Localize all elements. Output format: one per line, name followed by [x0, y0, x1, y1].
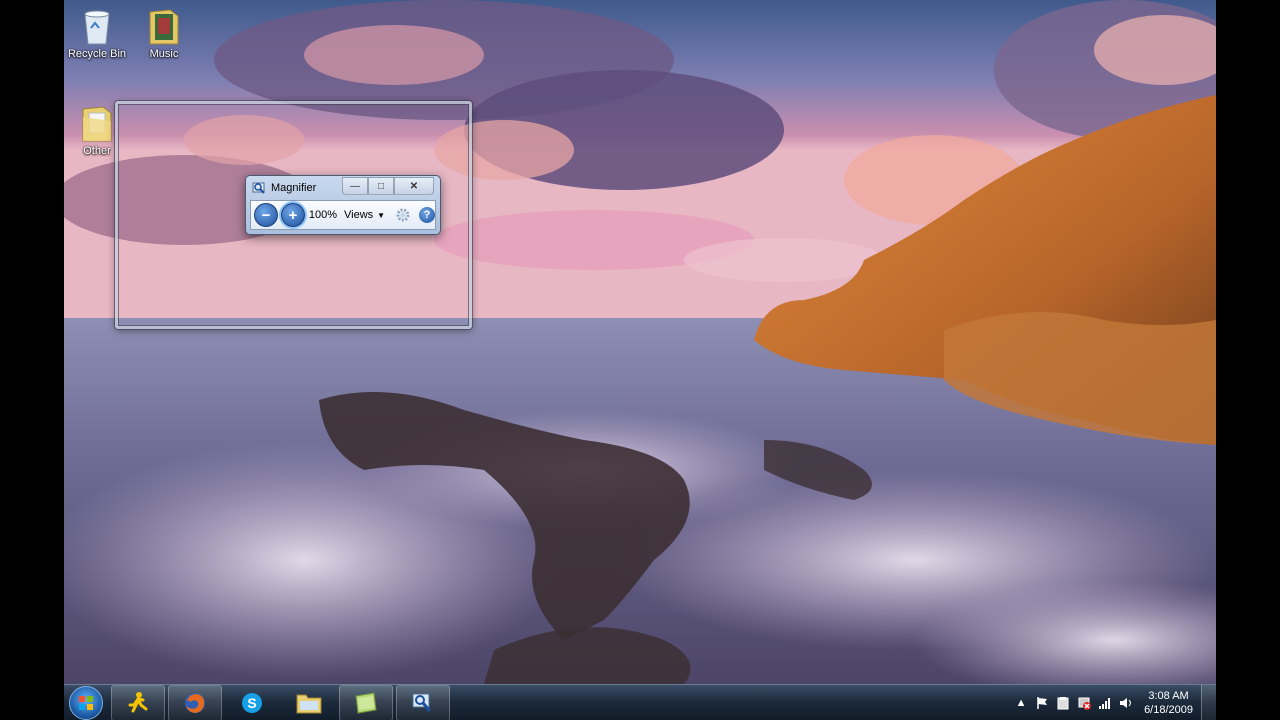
- views-label: Views: [344, 209, 374, 221]
- system-tray: ▲ 3:08 AM 6/18/2009: [1012, 685, 1216, 720]
- desktop-screen: Recycle Bin Music Other Magnifier — □ ✕ …: [64, 0, 1216, 720]
- explorer-folder-icon: [296, 694, 322, 714]
- desktop-icon-label: Music: [149, 48, 179, 60]
- minimize-icon: —: [350, 180, 360, 192]
- aim-running-man-icon: [128, 692, 148, 713]
- magnifier-toolbar: − + 100% Views ▼ ?: [250, 200, 436, 230]
- sticky-notes-icon: [355, 692, 377, 714]
- desktop-icon-music[interactable]: Music: [131, 6, 197, 60]
- recycle-bin-icon: [79, 6, 115, 46]
- magnifier-title: Magnifier: [271, 182, 317, 194]
- desktop-icon-label: Recycle Bin: [67, 48, 127, 60]
- network-error-icon[interactable]: [1075, 694, 1093, 712]
- flag-icon[interactable]: [1033, 694, 1051, 712]
- svg-text:S: S: [247, 695, 256, 711]
- maximize-icon: □: [377, 180, 385, 192]
- plus-icon: +: [288, 206, 298, 224]
- minus-icon: −: [261, 206, 271, 224]
- maximize-button[interactable]: □: [368, 177, 394, 195]
- music-folder-icon: [146, 6, 182, 46]
- taskbar-sticky-notes[interactable]: [339, 685, 393, 720]
- firefox-icon: [185, 693, 205, 713]
- show-hidden-icons-arrow-icon[interactable]: ▲: [1012, 694, 1030, 712]
- taskbar-magnifier[interactable]: [396, 685, 450, 720]
- magnifier-icon: [412, 693, 432, 712]
- caption-buttons: — □ ✕: [342, 177, 434, 195]
- clipboard-icon[interactable]: [1054, 694, 1072, 712]
- skype-icon: S: [242, 693, 262, 713]
- minimize-button[interactable]: —: [342, 177, 368, 195]
- volume-icon[interactable]: [1117, 694, 1135, 712]
- taskbar-explorer[interactable]: [282, 685, 336, 720]
- zoom-in-button[interactable]: +: [280, 203, 305, 227]
- taskbar-clock[interactable]: 3:08 AM 6/18/2009: [1144, 689, 1193, 717]
- clock-date: 6/18/2009: [1144, 704, 1193, 716]
- taskbar: S ▲ 3:08 AM 6/18/2009: [64, 684, 1216, 720]
- windows-logo-icon: [69, 686, 103, 720]
- show-desktop-button[interactable]: [1201, 685, 1216, 720]
- gear-icon[interactable]: [395, 207, 411, 223]
- help-icon[interactable]: ?: [419, 207, 435, 223]
- zoom-level: 100%: [308, 209, 338, 221]
- magnifier-app-icon: [252, 182, 265, 194]
- magnifier-window[interactable]: Magnifier — □ ✕ − + 100% Views ▼ ?: [245, 175, 441, 235]
- taskbar-firefox[interactable]: [168, 685, 222, 720]
- close-icon: ✕: [409, 180, 419, 192]
- close-button[interactable]: ✕: [394, 177, 434, 195]
- taskbar-aim[interactable]: [111, 685, 165, 720]
- folder-icon: [79, 103, 115, 143]
- desktop-icon-recycle-bin[interactable]: Recycle Bin: [64, 6, 130, 60]
- taskbar-skype[interactable]: S: [225, 685, 279, 720]
- chevron-down-icon: ▼: [377, 210, 386, 220]
- signal-bars-icon[interactable]: [1096, 694, 1114, 712]
- magnifier-titlebar[interactable]: Magnifier: [252, 179, 316, 197]
- zoom-out-button[interactable]: −: [254, 203, 278, 227]
- clock-time: 3:08 AM: [1148, 690, 1189, 702]
- views-dropdown[interactable]: Views ▼: [344, 209, 385, 221]
- help-symbol: ?: [423, 209, 431, 221]
- start-button[interactable]: [64, 685, 108, 720]
